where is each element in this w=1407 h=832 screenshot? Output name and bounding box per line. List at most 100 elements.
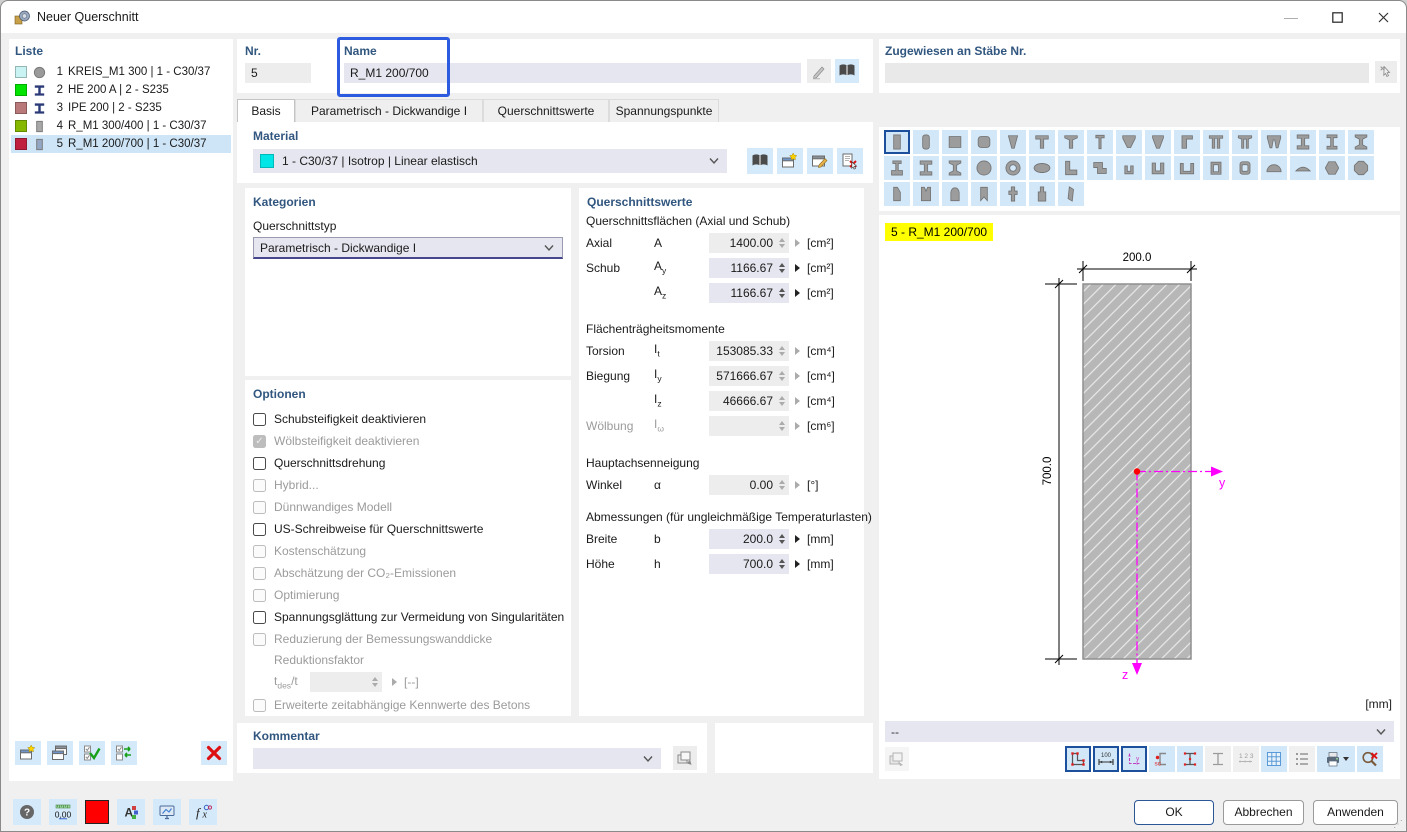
tab-querschnittswerte[interactable]: Querschnittswerte xyxy=(483,99,609,122)
units-button[interactable]: 0,00 xyxy=(49,799,77,825)
shape-circle-button[interactable] xyxy=(971,156,997,180)
material-edit-button[interactable] xyxy=(807,148,833,174)
value-field[interactable]: 1166.67 xyxy=(709,282,789,303)
shape-angle-button[interactable] xyxy=(1058,156,1084,180)
value-field[interactable]: 200.0 xyxy=(709,528,789,549)
name-input[interactable]: R_M1 200/700 xyxy=(344,63,801,83)
option-spannungsglaettung[interactable]: Spannungsglättung zur Vermeidung von Sin… xyxy=(253,606,567,628)
querschnittstyp-select[interactable]: Parametrisch - Dickwandige I xyxy=(253,237,563,259)
shape-wedge-button[interactable] xyxy=(1000,130,1026,154)
shape-i-section-narrow-button[interactable] xyxy=(1319,130,1345,154)
section-list-item[interactable]: 2 HE 200 A | 2 - S235 xyxy=(11,81,231,99)
shape-z-section-button[interactable] xyxy=(1087,156,1113,180)
shape-rounded-box-button[interactable] xyxy=(1232,156,1258,180)
shape-semicircle-button[interactable] xyxy=(1261,156,1287,180)
section-list-item[interactable]: 5 R_M1 200/700 | 1 - C30/37 xyxy=(11,135,231,153)
section-library-button[interactable] xyxy=(835,59,859,83)
shape-t-section-v-narrow-button[interactable] xyxy=(1145,130,1171,154)
section-list-item[interactable]: 1 KREIS_M1 300 | 1 - C30/37 xyxy=(11,63,231,81)
shape-square-button[interactable] xyxy=(942,130,968,154)
caret-down-icon[interactable] xyxy=(1342,757,1349,761)
option-schubsteifigkeit[interactable]: Schubsteifigkeit deaktivieren xyxy=(253,408,567,430)
material-delete-button[interactable] xyxy=(837,148,863,174)
shape-hexagon-button[interactable] xyxy=(1319,156,1345,180)
section-color-button[interactable] xyxy=(85,800,109,824)
show-axes-button[interactable]: y xyxy=(1121,746,1147,772)
shape-i-section-tapered-button[interactable] xyxy=(1348,130,1374,154)
shape-t-section-button[interactable] xyxy=(1029,130,1055,154)
shape-cruciform-button[interactable] xyxy=(1000,182,1026,206)
kommentar-combobox[interactable] xyxy=(253,748,661,769)
shape-box-button[interactable] xyxy=(1203,156,1229,180)
shape-ellipse-button[interactable] xyxy=(1029,156,1055,180)
show-points-button[interactable] xyxy=(1065,746,1091,772)
shape-double-t-tapered-button[interactable] xyxy=(1232,130,1258,154)
show-shear-center-button[interactable]: sc xyxy=(1149,746,1175,772)
shape-i-section-haunched-button[interactable] xyxy=(942,156,968,180)
shape-channel-small-button[interactable] xyxy=(1116,156,1142,180)
tab-parametrisch[interactable]: Parametrisch - Dickwandige I xyxy=(295,99,483,122)
cancel-button[interactable]: Abbrechen xyxy=(1223,800,1304,825)
shape-arched-rectangle-button[interactable] xyxy=(942,182,968,206)
shape-i-section-button[interactable] xyxy=(1290,130,1316,154)
shape-channel-wide-button[interactable] xyxy=(1174,156,1200,180)
shape-t-section-v-button[interactable] xyxy=(1116,130,1142,154)
value-field[interactable]: 1166.67 xyxy=(709,257,789,278)
shape-l-step-button[interactable] xyxy=(1174,130,1200,154)
minimize-button[interactable]: — xyxy=(1268,1,1314,33)
shape-rounded-square-button[interactable] xyxy=(971,130,997,154)
shape-rounded-rectangle-button[interactable] xyxy=(913,130,939,154)
shape-channel-button[interactable] xyxy=(1145,156,1171,180)
shape-circular-segment-button[interactable] xyxy=(1290,156,1316,180)
material-combobox[interactable]: 1 - C30/37 | Isotrop | Linear elastisch xyxy=(253,149,727,173)
tab-basis[interactable]: Basis xyxy=(237,99,295,122)
comment-templates-button[interactable] xyxy=(673,746,697,770)
show-grid-button[interactable] xyxy=(1261,746,1287,772)
shape-double-t-button[interactable] xyxy=(1203,130,1229,154)
section-list-item[interactable]: 3 IPE 200 | 2 - S235 xyxy=(11,99,231,117)
material-library-button[interactable] xyxy=(747,148,773,174)
shape-cut-rectangle-button[interactable] xyxy=(884,182,910,206)
value-field[interactable]: 700.0 xyxy=(709,553,789,574)
show-dimensions-button[interactable]: 100 xyxy=(1093,746,1119,772)
shape-i-section-unsymmetric-button[interactable] xyxy=(884,156,910,180)
delete-section-button[interactable] xyxy=(201,741,227,765)
resize-grip[interactable]: ⋰ xyxy=(1393,820,1403,830)
detail-button[interactable] xyxy=(789,559,805,568)
tab-spannungspunkte[interactable]: Spannungspunkte xyxy=(609,99,719,122)
display-settings-button[interactable]: A xyxy=(117,799,145,825)
detail-button[interactable] xyxy=(789,534,805,543)
shape-t-section-tapered-button[interactable] xyxy=(1058,130,1084,154)
option-us-schreibweise[interactable]: US-Schreibweise für Querschnittswerte xyxy=(253,518,567,540)
close-button[interactable] xyxy=(1360,1,1406,33)
apply-button[interactable]: Anwenden xyxy=(1313,800,1398,825)
maximize-button[interactable] xyxy=(1314,1,1360,33)
detail-button[interactable] xyxy=(789,263,805,272)
ok-button[interactable]: OK xyxy=(1134,800,1214,825)
select-all-checks-button[interactable] xyxy=(79,741,105,765)
material-new-button[interactable] xyxy=(777,148,803,174)
new-section-button[interactable] xyxy=(15,741,41,765)
screen-view-button[interactable] xyxy=(153,799,181,825)
shape-banner-button[interactable] xyxy=(971,182,997,206)
copy-section-button[interactable] xyxy=(47,741,73,765)
show-stress-points-button[interactable] xyxy=(1177,746,1203,772)
shape-i-section-heavy-button[interactable] xyxy=(913,156,939,180)
section-list-item[interactable]: 4 R_M1 300/400 | 1 - C30/37 xyxy=(11,117,231,135)
option-querschnittsdrehung[interactable]: Querschnittsdrehung xyxy=(253,452,567,474)
result-combobox[interactable]: -- xyxy=(885,721,1394,742)
shape-ring-button[interactable] xyxy=(1000,156,1026,180)
shape-notched-rectangle-button[interactable] xyxy=(913,182,939,206)
zoom-reset-button[interactable] xyxy=(1357,746,1383,772)
shape-stem-button[interactable] xyxy=(1029,182,1055,206)
invert-checks-button[interactable] xyxy=(111,741,137,765)
shape-rectangle-button[interactable] xyxy=(884,130,910,154)
shape-sliver-button[interactable] xyxy=(1058,182,1084,206)
shape-double-wedge-button[interactable] xyxy=(1261,130,1287,154)
print-button[interactable] xyxy=(1317,746,1355,772)
formula-button[interactable]: fx xyxy=(189,799,217,825)
shape-t-section-slim-button[interactable] xyxy=(1087,130,1113,154)
help-button[interactable]: ? xyxy=(13,799,41,825)
detail-button[interactable] xyxy=(789,288,805,297)
shape-octagon-button[interactable] xyxy=(1348,156,1374,180)
